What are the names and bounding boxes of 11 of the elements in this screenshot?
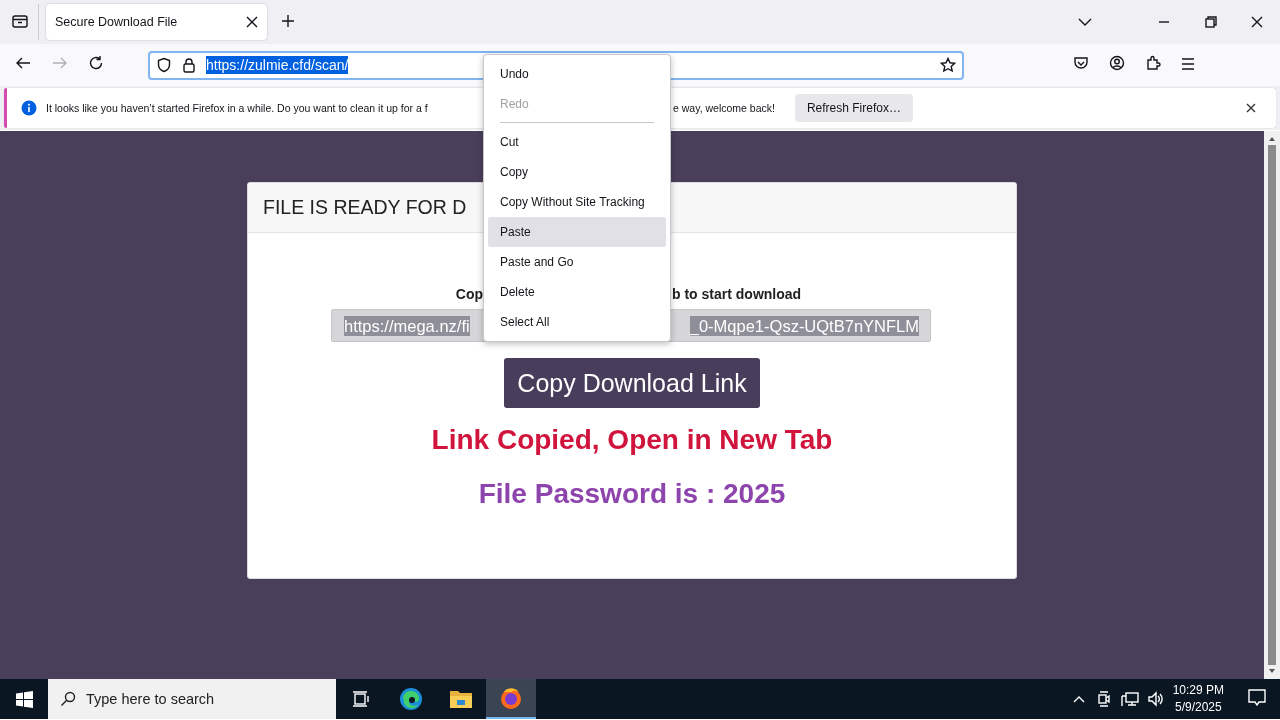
notification-text: It looks like you haven’t started Firefox in a while. Do you want to clean it up for a f: [46, 102, 428, 114]
notification-text: e way, welcome back!: [673, 102, 775, 114]
password-text: File Password is : 2025: [477, 478, 787, 510]
instruction-text: Cop: [455, 286, 483, 302]
status-message: Link Copied, Open in New Tab: [430, 424, 834, 456]
card-heading: FILE IS READY FOR D: [263, 196, 467, 219]
clock-time: 10:29 PM: [1172, 682, 1224, 699]
tab-title: Secure Download File: [55, 15, 179, 29]
instruction-text: b to start download: [672, 286, 803, 302]
url-text: https://zulmie.cfd/scan/: [206, 56, 349, 74]
clock-date: 5/9/2025: [1174, 699, 1222, 716]
